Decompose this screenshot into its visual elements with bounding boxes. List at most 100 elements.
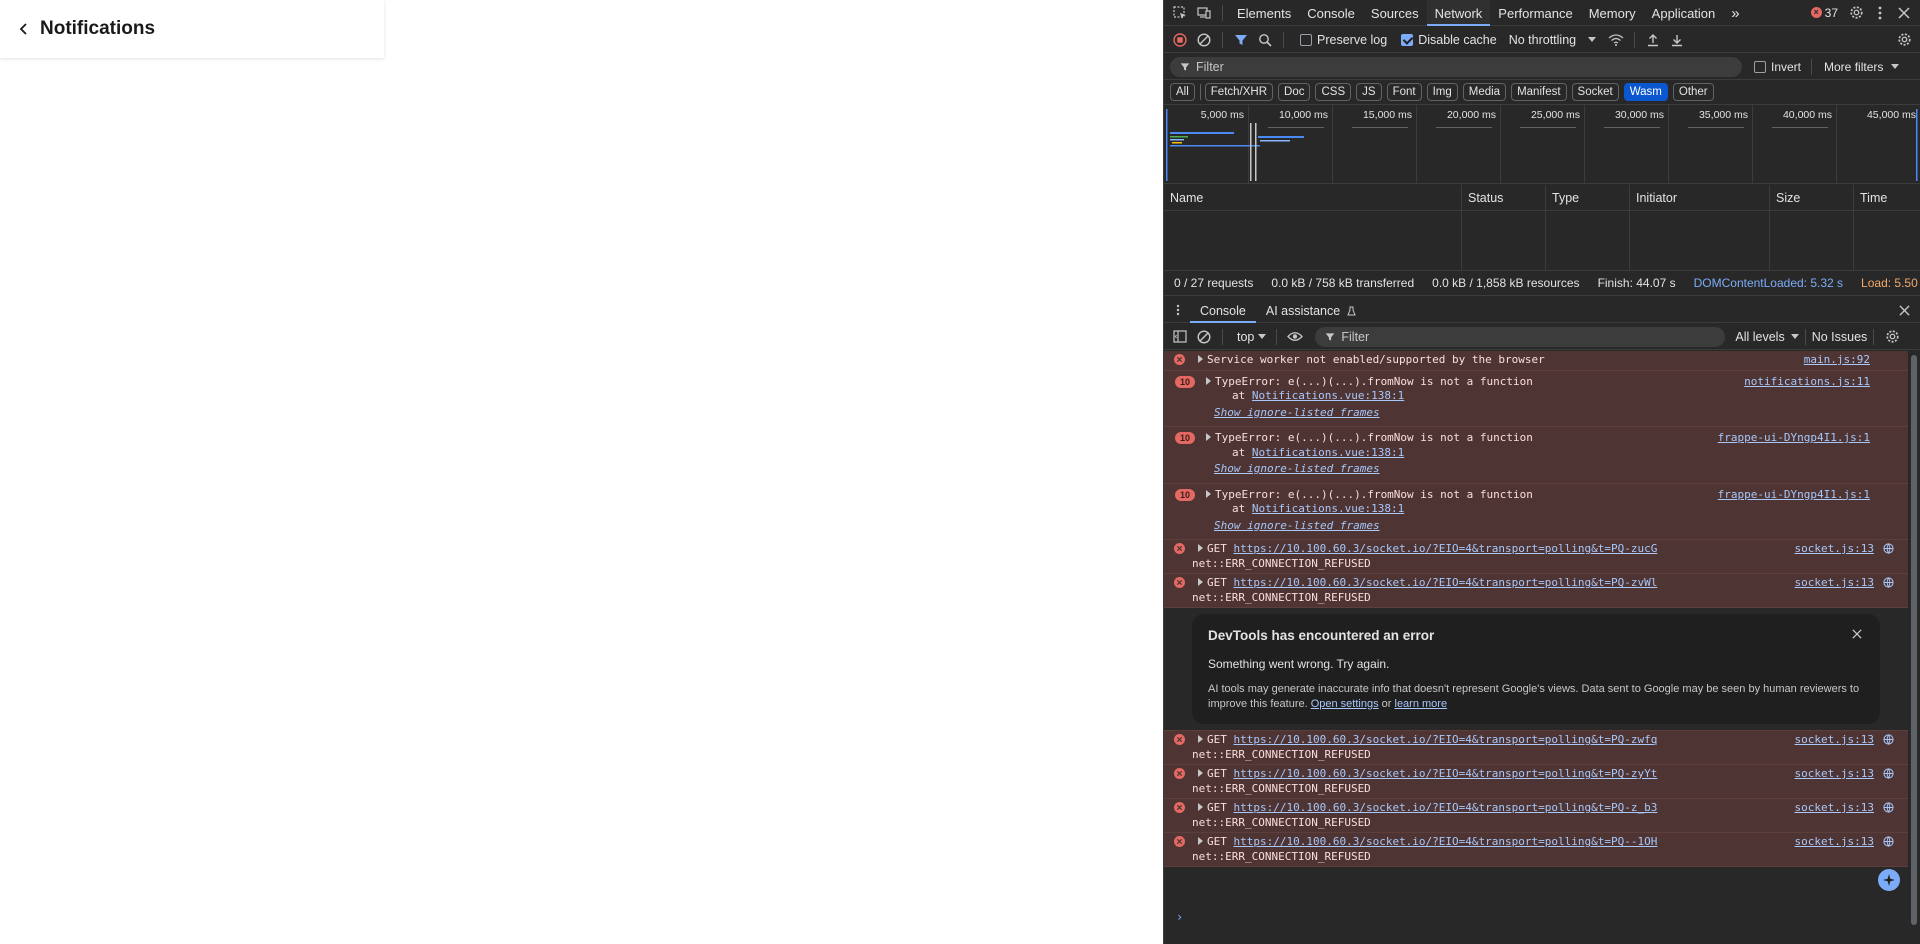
search-icon[interactable] (1253, 28, 1277, 52)
expand-triangle-icon[interactable] (1198, 578, 1203, 586)
tab-sources[interactable]: Sources (1363, 0, 1427, 26)
column-initiator[interactable]: Initiator (1630, 185, 1770, 210)
back-button[interactable] (14, 19, 34, 39)
close-icon[interactable] (1852, 629, 1862, 639)
console-message-error[interactable]: GET https://10.100.60.3/socket.io/?EIO=4… (1164, 574, 1908, 608)
network-globe-icon[interactable] (1883, 802, 1894, 813)
stack-frame-link[interactable]: Notifications.vue:138:1 (1252, 389, 1404, 402)
show-ignore-listed-frames-link[interactable]: Show ignore-listed frames (1206, 462, 1868, 477)
type-filter-doc[interactable]: Doc (1278, 83, 1311, 101)
sidebar-toggle-icon[interactable] (1168, 325, 1192, 349)
log-levels-select[interactable]: All levels (1735, 330, 1799, 344)
expand-triangle-icon[interactable] (1206, 489, 1211, 498)
console-prompt[interactable]: › (1176, 910, 1183, 924)
console-message-error[interactable]: GET https://10.100.60.3/socket.io/?EIO=4… (1164, 765, 1908, 799)
disable-cache-checkbox[interactable]: Disable cache (1401, 33, 1497, 47)
clear-icon[interactable] (1192, 28, 1216, 52)
more-filters-dropdown[interactable]: More filters (1824, 60, 1900, 74)
tab-console[interactable]: Console (1299, 0, 1363, 26)
expand-triangle-icon[interactable] (1198, 355, 1203, 363)
network-globe-icon[interactable] (1883, 543, 1894, 554)
request-url-link[interactable]: https://10.100.60.3/socket.io/?EIO=4&tra… (1234, 733, 1658, 746)
settings-gear-icon[interactable] (1844, 1, 1868, 25)
console-message-error[interactable]: GET https://10.100.60.3/socket.io/?EIO=4… (1164, 799, 1908, 833)
message-source-link[interactable]: frappe-ui-DYngp4I1.js:1 (1718, 488, 1870, 503)
request-url-link[interactable]: https://10.100.60.3/socket.io/?EIO=4&tra… (1234, 835, 1658, 848)
show-ignore-listed-frames-link[interactable]: Show ignore-listed frames (1206, 519, 1868, 534)
tab-memory[interactable]: Memory (1581, 0, 1644, 26)
column-time[interactable]: Time (1854, 185, 1920, 210)
message-source-link[interactable]: socket.js:13 (1795, 733, 1874, 748)
inspect-element-icon[interactable] (1168, 1, 1192, 25)
kebab-menu-icon[interactable] (1868, 1, 1892, 25)
error-count-badge[interactable]: × 37 (1810, 6, 1838, 20)
type-filter-font[interactable]: Font (1386, 83, 1422, 101)
console-message-error[interactable]: GET https://10.100.60.3/socket.io/?EIO=4… (1164, 540, 1908, 574)
message-source-link[interactable]: frappe-ui-DYngp4I1.js:1 (1718, 431, 1870, 446)
drawer-tab-console[interactable]: Console (1190, 298, 1256, 323)
tab-elements[interactable]: Elements (1229, 0, 1299, 26)
network-overview-timeline[interactable]: 5,000 ms 10,000 ms 15,000 ms 20,000 ms 2… (1164, 104, 1920, 184)
expand-triangle-icon[interactable] (1198, 837, 1203, 845)
expand-triangle-icon[interactable] (1198, 803, 1203, 811)
request-url-link[interactable]: https://10.100.60.3/socket.io/?EIO=4&tra… (1234, 576, 1658, 589)
network-globe-icon[interactable] (1883, 836, 1894, 847)
ai-assistance-button[interactable] (1878, 869, 1900, 891)
console-filter-input[interactable]: Filter (1315, 326, 1726, 347)
close-drawer-icon[interactable] (1892, 298, 1916, 322)
column-name[interactable]: Name (1164, 185, 1462, 210)
export-har-icon[interactable] (1665, 28, 1689, 52)
more-tabs-button[interactable]: » (1723, 0, 1747, 26)
throttling-select[interactable]: No throttling (1509, 33, 1597, 47)
console-message-error[interactable]: Service worker not enabled/supported by … (1164, 351, 1908, 371)
column-size[interactable]: Size (1770, 185, 1854, 210)
filter-funnel-icon[interactable] (1229, 28, 1253, 52)
invert-checkbox[interactable]: Invert (1754, 60, 1801, 74)
open-settings-link[interactable]: Open settings (1311, 698, 1379, 710)
request-url-link[interactable]: https://10.100.60.3/socket.io/?EIO=4&tra… (1234, 767, 1658, 780)
message-source-link[interactable]: socket.js:13 (1795, 801, 1874, 816)
clear-console-icon[interactable] (1192, 325, 1216, 349)
message-source-link[interactable]: socket.js:13 (1795, 542, 1874, 557)
console-message-error[interactable]: GET https://10.100.60.3/socket.io/?EIO=4… (1164, 730, 1908, 765)
stop-recording-icon[interactable] (1168, 28, 1192, 52)
message-source-link[interactable]: socket.js:13 (1795, 576, 1874, 591)
message-source-link[interactable]: main.js:92 (1804, 353, 1870, 368)
stack-frame-link[interactable]: Notifications.vue:138:1 (1252, 502, 1404, 515)
type-filter-fetch-xhr[interactable]: Fetch/XHR (1204, 83, 1274, 101)
expand-triangle-icon[interactable] (1198, 769, 1203, 777)
drawer-tab-ai-assistance[interactable]: AI assistance (1256, 298, 1366, 323)
network-settings-gear-icon[interactable] (1892, 28, 1916, 52)
tab-performance[interactable]: Performance (1490, 0, 1580, 26)
javascript-context-select[interactable]: top (1237, 330, 1267, 344)
network-globe-icon[interactable] (1883, 768, 1894, 779)
request-url-link[interactable]: https://10.100.60.3/socket.io/?EIO=4&tra… (1234, 542, 1658, 555)
close-devtools-icon[interactable] (1892, 1, 1916, 25)
live-expression-eye-icon[interactable] (1283, 325, 1307, 349)
preserve-log-checkbox[interactable]: Preserve log (1300, 33, 1387, 47)
type-filter-img[interactable]: Img (1426, 83, 1458, 101)
console-message-error[interactable]: 10 TypeError: e(...)(...).fromNow is not… (1164, 483, 1908, 540)
column-status[interactable]: Status (1462, 185, 1546, 210)
stack-frame-link[interactable]: Notifications.vue:138:1 (1252, 446, 1404, 459)
type-filter-media[interactable]: Media (1462, 83, 1507, 101)
import-har-icon[interactable] (1641, 28, 1665, 52)
expand-triangle-icon[interactable] (1198, 735, 1203, 743)
console-settings-gear-icon[interactable] (1880, 325, 1904, 349)
message-source-link[interactable]: socket.js:13 (1795, 767, 1874, 782)
request-url-link[interactable]: https://10.100.60.3/socket.io/?EIO=4&tra… (1234, 801, 1658, 814)
message-source-link[interactable]: socket.js:13 (1795, 835, 1874, 850)
expand-triangle-icon[interactable] (1206, 433, 1211, 441)
drawer-menu-icon[interactable] (1166, 298, 1190, 322)
type-filter-socket[interactable]: Socket (1571, 83, 1619, 101)
issues-counter[interactable]: No Issues (1812, 330, 1868, 344)
network-conditions-icon[interactable] (1604, 28, 1628, 52)
message-source-link[interactable]: notifications.js:11 (1744, 375, 1870, 390)
device-toolbar-icon[interactable] (1192, 1, 1216, 25)
show-ignore-listed-frames-link[interactable]: Show ignore-listed frames (1206, 406, 1868, 421)
type-filter-manifest[interactable]: Manifest (1511, 83, 1567, 101)
console-message-error[interactable]: 10 TypeError: e(...)(...).fromNow is not… (1164, 427, 1908, 484)
network-globe-icon[interactable] (1883, 734, 1894, 745)
console-scrollbar[interactable] (1911, 355, 1917, 925)
column-type[interactable]: Type (1546, 185, 1630, 210)
